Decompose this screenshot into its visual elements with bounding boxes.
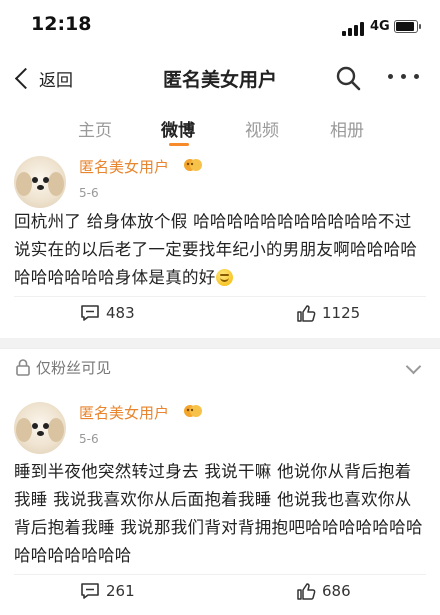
navigation-bar: 返回 匿名美女用户 — [0, 52, 440, 104]
network-type: 4G — [370, 19, 390, 34]
page-title: 匿名美女用户 — [162, 69, 277, 91]
post-text: 回杭州了 给身体放个假 哈哈哈哈哈哈哈哈哈哈哈不过说实在的以后老了一定要找年纪小… — [14, 208, 428, 292]
battery-icon — [394, 20, 421, 33]
comment-count: 483 — [106, 304, 135, 322]
post-card: 匿名美女用户 5-6 回杭州了 给身体放个假 哈哈哈哈哈哈哈哈哈哈哈不过说实在的… — [0, 152, 440, 338]
status-bar: 12:18 4G — [0, 0, 440, 52]
profile-tabs: 主页 微博 视频 相册 — [0, 104, 440, 152]
post-date: 5-6 — [79, 432, 99, 446]
comment-button[interactable]: 483 — [80, 304, 135, 322]
comment-button[interactable]: 261 — [80, 582, 135, 600]
avatar[interactable] — [14, 156, 66, 208]
like-count: 1125 — [322, 304, 361, 322]
active-tab-indicator — [169, 143, 189, 146]
username[interactable]: 匿名美女用户 — [79, 402, 169, 423]
tab-video[interactable]: 视频 — [245, 116, 279, 141]
cellular-signal-icon — [342, 22, 368, 36]
username[interactable]: 匿名美女用户 — [79, 156, 169, 177]
comment-icon — [81, 305, 99, 321]
comment-count: 261 — [106, 582, 135, 600]
post-text: 睡到半夜他突然转过身去 我说干嘛 他说你从背后抱着我睡 我说我喜欢你从后面抱着我… — [14, 462, 423, 565]
chevron-down-icon[interactable] — [405, 358, 422, 375]
post-date: 5-6 — [79, 186, 99, 200]
avatar[interactable] — [14, 402, 66, 454]
thumbs-up-icon — [297, 583, 316, 600]
status-time: 12:18 — [31, 13, 92, 35]
like-button[interactable]: 1125 — [296, 304, 360, 322]
comment-icon — [81, 583, 99, 599]
more-icon[interactable] — [388, 74, 420, 82]
thumbs-up-icon — [297, 305, 316, 322]
battery-level-fill — [396, 22, 414, 31]
vip-icon — [184, 159, 202, 171]
visibility-bar: 仅粉丝可见 — [0, 348, 440, 385]
visibility-label: 仅粉丝可见 — [36, 359, 112, 377]
smile-icon — [215, 269, 233, 286]
search-icon[interactable] — [335, 65, 361, 91]
tab-album[interactable]: 相册 — [330, 116, 364, 141]
post-card: 匿名美女用户 5-6 睡到半夜他突然转过身去 我说干嘛 他说你从背后抱着我睡 我… — [0, 384, 440, 615]
tab-home[interactable]: 主页 — [78, 116, 112, 141]
like-button[interactable]: 686 — [296, 582, 351, 600]
like-count: 686 — [322, 582, 351, 600]
vip-icon — [184, 405, 202, 417]
tab-weibo[interactable]: 微博 — [161, 116, 195, 141]
lock-icon — [16, 359, 30, 376]
